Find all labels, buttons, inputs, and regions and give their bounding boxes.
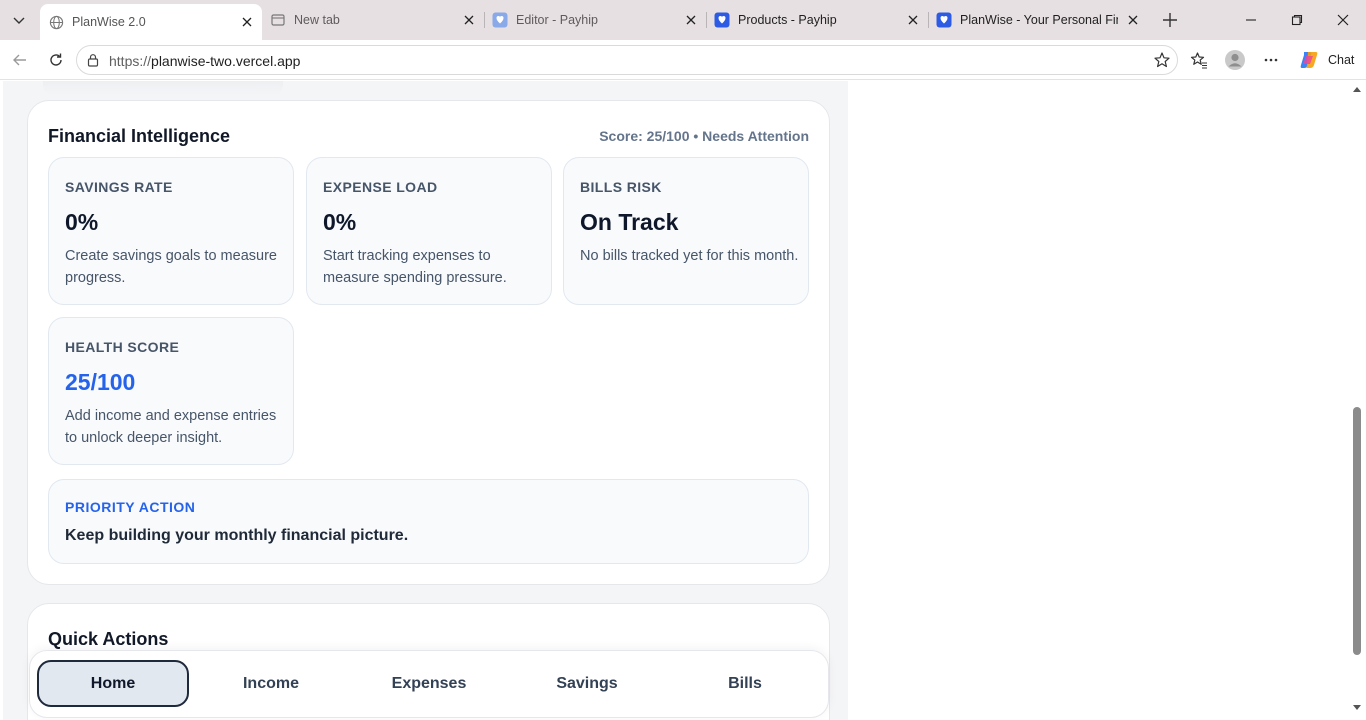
- tab-title: Editor - Payhip: [516, 13, 598, 27]
- metric-description: No bills tracked yet for this month.: [580, 248, 799, 264]
- score-summary: Score: 25/100 • Needs Attention: [599, 128, 809, 144]
- chat-label: Chat: [1328, 53, 1355, 67]
- url-scheme: https://: [109, 53, 152, 69]
- app-main-column: Financial Intelligence Score: 25/100 • N…: [3, 81, 848, 720]
- page-blank-area: [848, 81, 1348, 720]
- tab-list-button[interactable]: [4, 6, 34, 34]
- refresh-icon: [50, 53, 62, 66]
- star-icon[interactable]: [1151, 49, 1173, 71]
- vertical-scrollbar[interactable]: [1348, 81, 1366, 720]
- page-viewport: Financial Intelligence Score: 25/100 • N…: [0, 81, 1366, 720]
- metric-label: Bills Risk: [580, 179, 662, 195]
- profile-button[interactable]: [1221, 46, 1249, 74]
- url-text: https://planwise-two.vercel.app: [109, 53, 300, 69]
- financial-intelligence-card: Financial Intelligence Score: 25/100 • N…: [27, 100, 830, 585]
- url-host: planwise-two.vercel.app: [151, 53, 301, 69]
- chevron-down-icon: [13, 17, 25, 24]
- metric-label: Expense Load: [323, 179, 438, 195]
- minimize-icon: [1246, 19, 1256, 21]
- tab-editor-payhip[interactable]: Editor - Payhip: [484, 5, 706, 35]
- scroll-thumb[interactable]: [1353, 407, 1361, 655]
- close-icon[interactable]: [1124, 11, 1142, 29]
- metric-expense-load: Expense Load 0% Start tracking expenses …: [306, 157, 552, 305]
- tab-title: PlanWise 2.0: [72, 15, 146, 29]
- metric-value: 25/100: [65, 369, 136, 395]
- browser-tabstrip: PlanWise 2.0 New tab Editor - Payhip Pro…: [0, 0, 1366, 40]
- nav-savings[interactable]: Savings: [511, 660, 663, 707]
- close-icon[interactable]: [238, 13, 256, 31]
- plus-icon: [1163, 13, 1177, 27]
- metric-bills-risk: Bills Risk On Track No bills tracked yet…: [563, 157, 809, 305]
- priority-label: Priority Action: [65, 499, 196, 515]
- arrow-left-icon: [13, 54, 26, 66]
- section-title: Financial Intelligence: [48, 126, 231, 146]
- back-button[interactable]: [6, 46, 34, 74]
- metric-description: Add income and expense entries to unlock…: [65, 408, 277, 446]
- priority-text: Keep building your monthly financial pic…: [65, 527, 409, 544]
- more-icon: [1264, 58, 1278, 62]
- metric-health-score: Health Score 25/100 Add income and expen…: [48, 317, 294, 465]
- restore-icon: [1291, 14, 1303, 26]
- restore-button[interactable]: [1274, 0, 1320, 40]
- tab-new-tab[interactable]: New tab: [262, 5, 484, 35]
- metric-description: Start tracking expenses to measure spend…: [323, 248, 507, 286]
- copilot-chat-button[interactable]: Chat: [1292, 45, 1360, 75]
- copilot-icon: [1300, 52, 1318, 68]
- browser-toolbar: https://planwise-two.vercel.app Chat: [0, 40, 1366, 80]
- nav-bills[interactable]: Bills: [669, 660, 821, 707]
- payhip-icon: [714, 12, 730, 28]
- minimize-button[interactable]: [1228, 0, 1274, 40]
- metric-value: On Track: [580, 209, 679, 235]
- refresh-button[interactable]: [42, 46, 70, 74]
- scroll-up-icon[interactable]: [1352, 84, 1362, 94]
- tab-planwise-finance[interactable]: PlanWise - Your Personal Finan: [928, 5, 1148, 35]
- lock-icon: [85, 52, 101, 68]
- tab-title: PlanWise - Your Personal Finan: [960, 13, 1118, 27]
- nav-income[interactable]: Income: [195, 660, 347, 707]
- bottom-nav: Home Income Expenses Savings Bills: [29, 650, 829, 718]
- metric-label: Health Score: [65, 339, 180, 355]
- favorites-button[interactable]: [1185, 46, 1213, 74]
- priority-action-panel: Priority Action Keep building your month…: [48, 479, 809, 564]
- payhip-icon: [936, 12, 952, 28]
- address-bar[interactable]: https://planwise-two.vercel.app: [76, 45, 1178, 75]
- payhip-icon: [492, 12, 508, 28]
- new-tab-button[interactable]: [1156, 6, 1184, 34]
- previous-card-edge: [43, 81, 283, 95]
- more-button[interactable]: [1257, 46, 1285, 74]
- tab-planwise-2[interactable]: PlanWise 2.0: [40, 4, 262, 40]
- avatar-icon: [1225, 50, 1245, 70]
- globe-icon: [48, 14, 64, 30]
- close-icon[interactable]: [460, 11, 478, 29]
- tab-title: New tab: [294, 13, 340, 27]
- scroll-down-icon[interactable]: [1352, 703, 1362, 713]
- section-title: Quick Actions: [48, 629, 169, 649]
- nav-home[interactable]: Home: [37, 660, 189, 707]
- tab-products-payhip[interactable]: Products - Payhip: [706, 5, 928, 35]
- newtab-icon: [270, 12, 286, 28]
- tab-title: Products - Payhip: [738, 13, 837, 27]
- close-icon[interactable]: [904, 11, 922, 29]
- close-icon: [1337, 14, 1349, 26]
- metric-label: Savings Rate: [65, 179, 173, 195]
- favorites-icon: [1190, 52, 1207, 69]
- metric-value: 0%: [323, 209, 357, 235]
- metric-description: Create savings goals to measure progress…: [65, 248, 277, 286]
- metric-value: 0%: [65, 209, 99, 235]
- metric-savings-rate: Savings Rate 0% Create savings goals to …: [48, 157, 294, 305]
- nav-expenses[interactable]: Expenses: [353, 660, 505, 707]
- close-icon[interactable]: [682, 11, 700, 29]
- window-close-button[interactable]: [1320, 0, 1366, 40]
